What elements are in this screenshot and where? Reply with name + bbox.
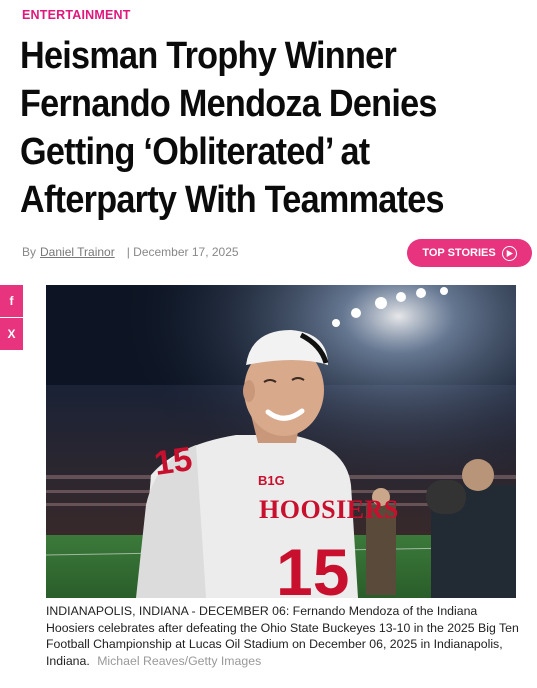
photo-credit: Michael Reaves/Getty Images	[97, 653, 262, 668]
facebook-share-button[interactable]: f	[0, 285, 23, 317]
top-stories-label: TOP STORIES	[422, 247, 496, 259]
jersey-team-name: HOOSIERS	[259, 495, 399, 524]
author-link[interactable]: Daniel Trainor	[40, 245, 115, 259]
byline-prefix: By	[22, 245, 37, 259]
b1g-logo: B1G	[258, 473, 285, 488]
byline: By Daniel Trainor | December 17, 2025	[22, 245, 239, 259]
x-share-button[interactable]: X	[0, 318, 23, 350]
photo-caption: INDIANAPOLIS, INDIANA - DECEMBER 06: Fer…	[46, 603, 524, 669]
shoulder-number: 15	[152, 440, 195, 483]
top-stories-button[interactable]: TOP STORIES	[407, 239, 532, 267]
category-label[interactable]: ENTERTAINMENT	[22, 8, 131, 22]
x-icon: X	[7, 327, 16, 341]
publish-date: | December 17, 2025	[126, 245, 239, 259]
jersey-number: 15	[276, 535, 349, 598]
article-photo: 15 B1G HOOSIERS 15	[46, 285, 516, 598]
play-circle-icon	[501, 245, 517, 261]
facebook-icon: f	[9, 294, 14, 308]
article-headline: Heisman Trophy Winner Fernando Mendoza D…	[20, 35, 445, 221]
